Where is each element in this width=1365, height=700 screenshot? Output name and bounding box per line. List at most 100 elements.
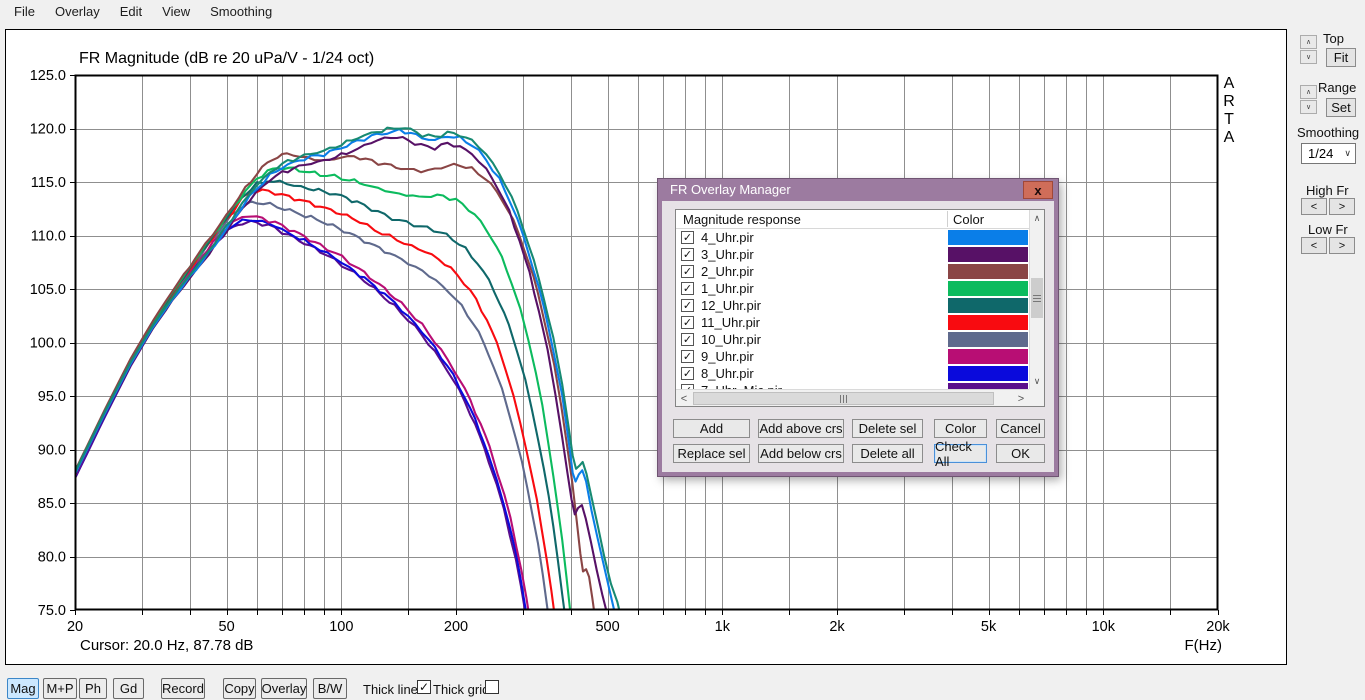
overlay-row-8-uhr-pir[interactable]: ✓8_Uhr.pir	[676, 365, 1029, 382]
color-swatch[interactable]	[948, 264, 1028, 279]
color-swatch[interactable]	[948, 332, 1028, 347]
dialog-close-button[interactable]: x	[1023, 181, 1053, 199]
color-swatch[interactable]	[948, 315, 1028, 330]
dialog-button-delete-all[interactable]: Delete all	[852, 444, 923, 463]
overlay-checkbox[interactable]: ✓	[681, 316, 694, 329]
overlay-checkbox[interactable]: ✓	[681, 350, 694, 363]
thick-grid-checkbox[interactable]	[485, 680, 499, 694]
top-spin-down-button[interactable]: ∨	[1300, 50, 1317, 64]
dialog-button-check-all[interactable]: Check All	[934, 444, 987, 463]
overlay-row-10-uhr-pir[interactable]: ✓10_Uhr.pir	[676, 331, 1029, 348]
overlay-checkbox[interactable]: ✓	[681, 299, 694, 312]
thick-line-checkbox[interactable]: ✓	[417, 680, 431, 694]
toolbar-button-record[interactable]: Record	[161, 678, 205, 699]
dialog-button-delete-sel[interactable]: Delete sel	[852, 419, 923, 438]
svg-text:20: 20	[67, 619, 83, 635]
arta-watermark: ARTA	[1220, 75, 1238, 147]
scroll-down-icon[interactable]: ∨	[1030, 373, 1044, 389]
dialog-button-color[interactable]: Color	[934, 419, 987, 438]
overlay-row-2-uhr-pir[interactable]: ✓2_Uhr.pir	[676, 263, 1029, 280]
dialog-titlebar[interactable]: FR Overlay Manager x	[662, 179, 1054, 201]
dialog-button-ok[interactable]: OK	[996, 444, 1045, 463]
color-swatch[interactable]	[948, 349, 1028, 364]
toolbar-button-copy[interactable]: Copy	[223, 678, 256, 699]
overlay-row-1-uhr-pir[interactable]: ✓ 1_Uhr.pir	[676, 280, 1029, 297]
toolbar-button-gd[interactable]: Gd	[113, 678, 144, 699]
color-swatch[interactable]	[948, 298, 1028, 313]
toolbar-button-mag[interactable]: Mag	[7, 678, 39, 699]
menu-item-file[interactable]: File	[4, 0, 45, 23]
column-header-magnitude-response: Magnitude response	[676, 212, 947, 227]
dialog-button-replace-sel[interactable]: Replace sel	[673, 444, 750, 463]
dialog-button-add[interactable]: Add	[673, 419, 750, 438]
watermark-letter: A	[1220, 129, 1238, 147]
svg-text:100: 100	[329, 619, 353, 635]
dialog-button-add-above-crs[interactable]: Add above crs	[758, 419, 844, 438]
overlay-checkbox[interactable]: ✓	[681, 248, 694, 261]
overlay-checkbox[interactable]: ✓	[681, 333, 694, 346]
high-fr-decrease-button[interactable]: <	[1301, 198, 1327, 215]
toolbar-button-overlay[interactable]: Overlay	[261, 678, 307, 699]
curve-1-uhr-pir	[75, 168, 571, 616]
svg-text:20k: 20k	[1206, 619, 1230, 635]
color-swatch[interactable]	[948, 281, 1028, 296]
smoothing-value: 1/24	[1302, 146, 1344, 161]
dialog-button-add-below-crs[interactable]: Add below crs	[758, 444, 844, 463]
dialog-button-cancel[interactable]: Cancel	[996, 419, 1045, 438]
overlay-row-4-uhr-pir[interactable]: ✓ 4_Uhr.pir	[676, 229, 1029, 246]
color-swatch[interactable]	[948, 247, 1028, 262]
smoothing-dropdown[interactable]: 1/24 ∨	[1301, 143, 1356, 164]
svg-text:2k: 2k	[829, 619, 845, 635]
menu-item-view[interactable]: View	[152, 0, 200, 23]
overlay-name: 4_Uhr.pir	[701, 230, 754, 245]
overlay-listbox: Magnitude response Color ✓ 4_Uhr.pir✓3_Uh…	[675, 209, 1045, 407]
menu-item-edit[interactable]: Edit	[110, 0, 152, 23]
chevron-down-icon: ∨	[1344, 148, 1355, 159]
overlay-name: 9_Uhr.pir	[701, 349, 754, 364]
vertical-scrollbar-thumb[interactable]	[1031, 278, 1043, 318]
toolbar-button-ph[interactable]: Ph	[79, 678, 107, 699]
overlay-checkbox[interactable]: ✓	[681, 231, 694, 244]
overlay-row-11-uhr-pir[interactable]: ✓11_Uhr.pir	[676, 314, 1029, 331]
horizontal-scrollbar-thumb[interactable]	[693, 392, 994, 405]
overlay-name: 1_Uhr.pir	[701, 281, 754, 296]
scroll-left-icon[interactable]: <	[676, 391, 692, 406]
curve-12-uhr-pir	[75, 181, 566, 621]
svg-text:90.0: 90.0	[38, 443, 66, 459]
vertical-scrollbar[interactable]: ∧ ∨	[1029, 210, 1044, 389]
overlay-checkbox[interactable]: ✓	[681, 282, 694, 295]
svg-text:50: 50	[219, 619, 235, 635]
range-spin-up-button[interactable]: ∧	[1300, 85, 1317, 99]
overlay-row-3-uhr-pir[interactable]: ✓3_Uhr.pir	[676, 246, 1029, 263]
thick-line-label: Thick line	[363, 682, 418, 697]
low-fr-decrease-button[interactable]: <	[1301, 237, 1327, 254]
menu-bar: FileOverlayEditViewSmoothing	[0, 0, 1365, 23]
menu-item-smoothing[interactable]: Smoothing	[200, 0, 282, 23]
scroll-up-icon[interactable]: ∧	[1030, 210, 1044, 226]
fit-button[interactable]: Fit	[1326, 48, 1356, 67]
scrollbar-corner	[1029, 389, 1044, 406]
horizontal-scrollbar[interactable]: < >	[676, 389, 1029, 406]
overlay-row-9-uhr-pir[interactable]: ✓ 9_Uhr.pir	[676, 348, 1029, 365]
low-fr-increase-button[interactable]: >	[1329, 237, 1355, 254]
toolbar-button-b-w[interactable]: B/W	[313, 678, 347, 699]
range-spin-down-button[interactable]: ∨	[1300, 100, 1317, 114]
high-fr-increase-button[interactable]: >	[1329, 198, 1355, 215]
toolbar-button-m-p[interactable]: M+P	[43, 678, 77, 699]
overlay-list-header: Magnitude response Color	[676, 210, 1029, 229]
svg-text:75.0: 75.0	[38, 603, 66, 619]
top-spin-up-button[interactable]: ∧	[1300, 35, 1317, 49]
color-swatch[interactable]	[948, 230, 1028, 245]
cursor-readout: Cursor: 20.0 Hz, 87.78 dB	[80, 637, 253, 654]
scroll-right-icon[interactable]: >	[1013, 391, 1029, 406]
overlay-checkbox[interactable]: ✓	[681, 265, 694, 278]
menu-item-overlay[interactable]: Overlay	[45, 0, 110, 23]
svg-text:95.0: 95.0	[38, 389, 66, 405]
overlay-row-7-uhr-mic-pir[interactable]: ✓7_Uhr_Mic.pir	[676, 382, 1029, 389]
chart-panel: FR Magnitude (dB re 20 uPa/V - 1/24 oct)…	[5, 29, 1287, 665]
set-button[interactable]: Set	[1326, 98, 1356, 117]
color-swatch[interactable]	[948, 366, 1028, 381]
svg-text:120.0: 120.0	[30, 122, 66, 138]
overlay-row-12-uhr-pir[interactable]: ✓12_Uhr.pir	[676, 297, 1029, 314]
overlay-checkbox[interactable]: ✓	[681, 367, 694, 380]
